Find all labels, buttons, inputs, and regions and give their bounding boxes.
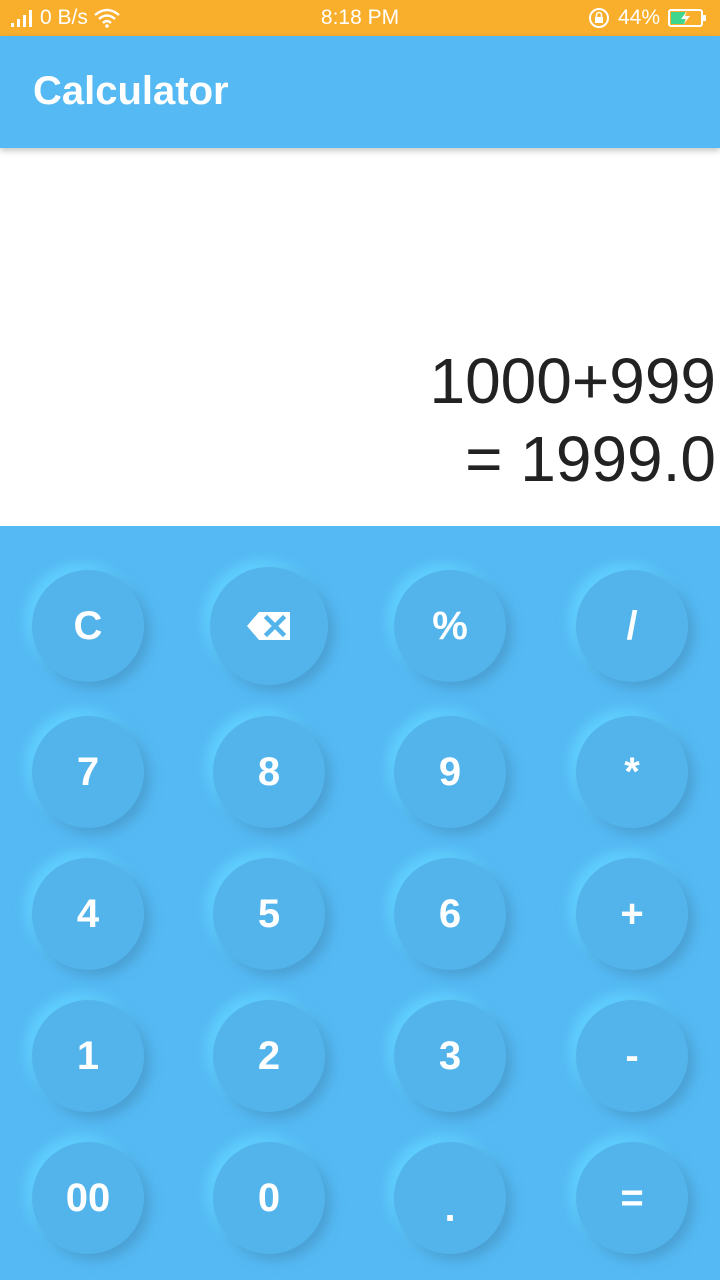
digit-1-label: 1 [76,1033,100,1078]
status-bar: 0 B/s 8:18 PM 44% [0,0,720,36]
digit-2-button[interactable]: 2 [213,1000,325,1112]
add-button-label: + [620,891,644,936]
app-title: Calculator [33,69,229,113]
subtract-button-label: - [625,1033,639,1078]
double-zero-label: 00 [65,1175,111,1220]
percent-button[interactable]: % [394,570,506,682]
add-button[interactable]: + [576,858,688,970]
battery-percent: 44% [617,6,660,29]
digit-8-label: 8 [257,749,281,794]
digit-4-button[interactable]: 4 [32,858,144,970]
percent-button-label: % [432,603,468,648]
digit-5-button[interactable]: 5 [213,858,325,970]
divide-button[interactable]: / [576,570,688,682]
digit-0-label: 0 [257,1175,281,1220]
backspace-icon [245,610,293,642]
digit-9-button[interactable]: 9 [394,716,506,828]
digit-2-label: 2 [257,1033,281,1078]
double-zero-button[interactable]: 00 [32,1142,144,1254]
digit-9-label: 9 [438,749,462,794]
multiply-button[interactable]: * [576,716,688,828]
rotation-lock-icon [588,7,610,29]
clear-button-label: C [73,603,103,648]
expression-text: 1000+999 [429,345,716,417]
digit-6-button[interactable]: 6 [394,858,506,970]
digit-3-button[interactable]: 3 [394,1000,506,1112]
decimal-button[interactable]: . [394,1142,506,1254]
keypad: C % / 7 8 9 * 4 5 6 + 1 2 3 - 00 0 . = [0,526,720,1280]
equals-button[interactable]: = [576,1142,688,1254]
digit-8-button[interactable]: 8 [213,716,325,828]
app-bar: Calculator [0,36,720,148]
digit-6-label: 6 [438,891,462,936]
equals-button-label: = [620,1175,644,1220]
multiply-button-label: * [624,749,640,794]
digit-1-button[interactable]: 1 [32,1000,144,1112]
backspace-button[interactable] [210,567,328,685]
decimal-button-label: . [444,1185,456,1230]
calculator-display: 1000+999 = 1999.0 [0,148,720,526]
clear-button[interactable]: C [32,570,144,682]
digit-5-label: 5 [257,891,281,936]
divide-button-label: / [626,603,638,648]
digit-0-button[interactable]: 0 [213,1142,325,1254]
digit-7-button[interactable]: 7 [32,716,144,828]
digit-3-label: 3 [438,1033,462,1078]
status-right: 44% [588,6,708,30]
result-text: = 1999.0 [465,423,716,495]
subtract-button[interactable]: - [576,1000,688,1112]
digit-4-label: 4 [76,891,100,936]
digit-7-label: 7 [76,749,100,794]
battery-charging-icon [668,8,708,28]
